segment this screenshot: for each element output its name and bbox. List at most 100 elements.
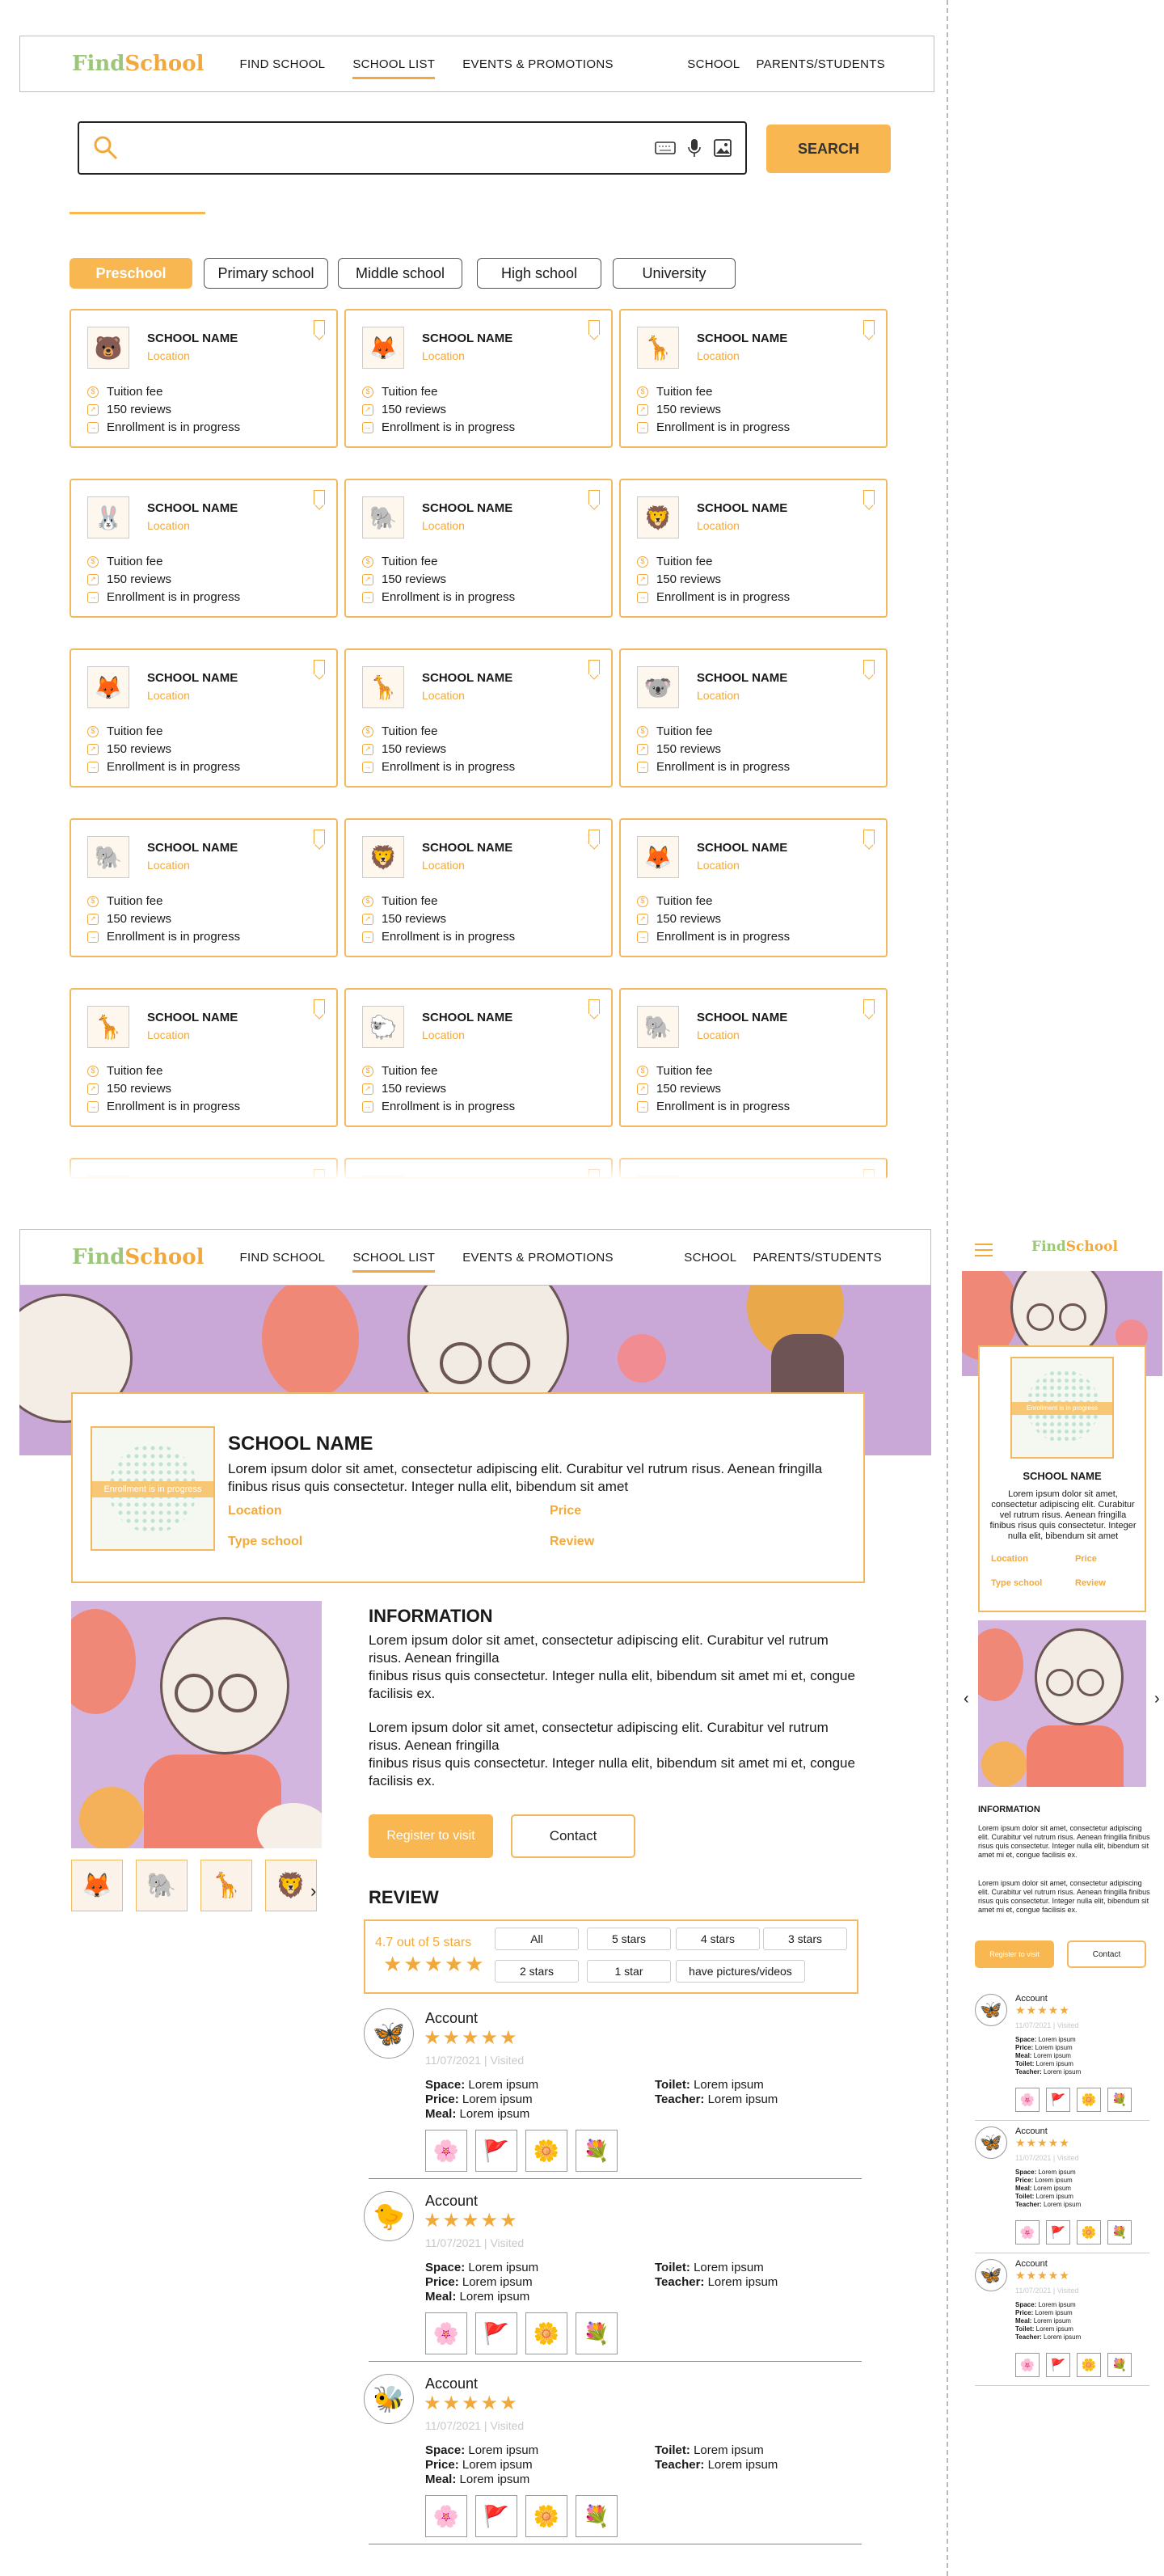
nav-events[interactable]: EVENTS & PROMOTIONS [462,54,614,74]
review-filter-5-stars[interactable]: 5 stars [587,1928,671,1950]
bookmark-icon[interactable] [314,660,325,674]
bookmark-icon[interactable] [588,490,600,505]
bookmark-icon[interactable] [588,999,600,1014]
review-photo[interactable]: 🌸 [425,2495,467,2537]
chart-icon: ↗ [362,743,373,755]
review-filter-4-stars[interactable]: 4 stars [676,1928,760,1950]
filter-middle-school[interactable]: Middle school [338,258,462,289]
mobile-gallery-prev[interactable]: ‹ [964,1690,969,1708]
review-photo[interactable]: 💐 [576,2130,618,2172]
image-icon[interactable] [713,138,732,158]
school-card[interactable]: 🐘 SCHOOL NAME Location $ Tuition fee ↗ 150… [344,479,613,618]
review-photo[interactable]: 🚩 [1046,2353,1070,2377]
review-photo[interactable]: 💐 [1107,2353,1132,2377]
review-photo[interactable]: 🌼 [525,2312,567,2354]
school-card[interactable]: 🐻 SCHOOL NAME Location $ Tuition fee ↗ 150… [70,309,338,448]
school-card[interactable]: 🐑 SCHOOL NAME Location $ Tuition fee ↗ 150… [344,988,613,1127]
mobile-review-link[interactable]: Review [1075,1578,1106,1588]
review-filter-1-star[interactable]: 1 star [587,1960,671,1983]
school-review-link[interactable]: Review [550,1535,594,1549]
school-card[interactable]: 🦒 SCHOOL NAME Location $Tuition fee ↗150… [619,309,888,448]
school-card[interactable]: 🐘 SCHOOL NAME Location $ Tuition fee ↗ 150… [619,988,888,1127]
review-photo[interactable]: 🌸 [425,2130,467,2172]
search-button[interactable]: SEARCH [766,125,891,173]
register-to-visit-button[interactable]: Register to visit [369,1814,493,1858]
keyboard-icon[interactable] [655,140,676,156]
nav-parents[interactable]: PARENTS/STUDENTS [753,1248,882,1268]
review-photo[interactable]: 🌸 [1015,2353,1040,2377]
nav-events[interactable]: EVENTS & PROMOTIONS [462,1248,614,1268]
mobile-contact-button[interactable]: Contact [1067,1940,1146,1968]
school-card[interactable]: 🦊 SCHOOL NAME Location $Tuition fee ↗150… [70,648,338,788]
bookmark-icon[interactable] [588,830,600,844]
mobile-gallery-next[interactable]: › [1154,1690,1160,1708]
search-input[interactable] [128,132,655,164]
nav-school-list[interactable]: SCHOOL LIST [352,54,436,79]
filter-high-school[interactable]: High school [477,258,601,289]
review-photo[interactable]: 🌼 [1077,2088,1101,2112]
review-photo[interactable]: 💐 [1107,2088,1132,2112]
review-filter-2-stars[interactable]: 2 stars [495,1960,579,1983]
filter-primary-school[interactable]: Primary school [204,258,328,289]
bookmark-icon[interactable] [863,660,875,674]
logo[interactable]: FindSchool [72,52,205,76]
enrollment-status: → Enrollment is in progress [362,590,515,604]
school-card[interactable]: 🦁 SCHOOL NAME Location $ Tuition fee ↗ 150… [619,479,888,618]
gallery-thumbnail[interactable]: 🦒 [200,1860,252,1911]
mobile-register-button[interactable]: Register to visit [975,1940,1054,1968]
gallery-thumbnail[interactable]: 🐘 [136,1860,188,1911]
review-photo[interactable]: 🌼 [525,2495,567,2537]
nav-find-school[interactable]: FIND SCHOOL [240,54,326,74]
review-photo[interactable]: 🚩 [475,2130,517,2172]
review-photo[interactable]: 🌸 [425,2312,467,2354]
school-card[interactable]: 🦁 SCHOOL NAME Location $ Tuition fee ↗ 150… [344,818,613,957]
bookmark-icon[interactable] [314,830,325,844]
gallery-thumbnail[interactable]: 🦁 [265,1860,317,1911]
review-photo[interactable]: 💐 [576,2495,618,2537]
school-card[interactable]: 🐰 SCHOOL NAME Location $Tuition fee ↗150… [70,479,338,618]
nav-school[interactable]: SCHOOL [687,54,740,74]
nav-parents[interactable]: PARENTS/STUDENTS [756,54,885,74]
review-photo[interactable]: 🚩 [1046,2088,1070,2112]
gallery-thumbnail[interactable]: 🦊 [71,1860,123,1911]
contact-button[interactable]: Contact [511,1814,635,1858]
school-card[interactable]: 🐘 SCHOOL NAME Location $ Tuition fee ↗ 150… [70,818,338,957]
review-filter-have-pictures-videos[interactable]: have pictures/videos [676,1960,805,1983]
bookmark-icon[interactable] [588,660,600,674]
bookmark-icon[interactable] [588,320,600,335]
bookmark-icon[interactable] [314,490,325,505]
review-photo[interactable]: 🌼 [525,2130,567,2172]
filter-preschool[interactable]: Preschool [70,258,192,289]
nav-find-school[interactable]: FIND SCHOOL [240,1248,326,1268]
microphone-icon[interactable] [687,138,702,158]
school-card[interactable]: 🐨 SCHOOL NAME Location $ Tuition fee ↗ 150… [619,648,888,788]
bookmark-icon[interactable] [314,320,325,335]
review-photo[interactable]: 🚩 [1046,2220,1070,2244]
nav-school-list[interactable]: SCHOOL LIST [352,1248,436,1273]
review-filter-3-stars[interactable]: 3 stars [763,1928,847,1950]
school-card[interactable]: 🦊 SCHOOL NAME Location $Tuition fee ↗150… [344,309,613,448]
bookmark-icon[interactable] [863,999,875,1014]
bookmark-icon[interactable] [863,490,875,505]
school-card[interactable]: 🦒 SCHOOL NAME Location $Tuition fee ↗150… [70,988,338,1127]
bookmark-icon[interactable] [863,320,875,335]
filter-university[interactable]: University [613,258,736,289]
review-photo[interactable]: 🌸 [1015,2220,1040,2244]
review-photo[interactable]: 💐 [1107,2220,1132,2244]
nav-school[interactable]: SCHOOL [684,1248,736,1268]
bookmark-icon[interactable] [314,999,325,1014]
bookmark-icon[interactable] [863,830,875,844]
school-card[interactable]: 🦊 SCHOOL NAME Location $Tuition fee ↗150… [619,818,888,957]
review-photo[interactable]: 🌼 [1077,2220,1101,2244]
review-photo[interactable]: 🌸 [1015,2088,1040,2112]
review-photo[interactable]: 🚩 [475,2495,517,2537]
review-filter-all[interactable]: All [495,1928,579,1950]
mobile-logo[interactable]: FindSchool [1031,1239,1118,1255]
school-card[interactable]: 🦒 SCHOOL NAME Location $Tuition fee ↗150… [344,648,613,788]
review-photo[interactable]: 🌼 [1077,2353,1101,2377]
gallery-next-arrow[interactable]: › [310,1881,316,1902]
mobile-menu-button[interactable] [975,1244,993,1256]
review-photo[interactable]: 💐 [576,2312,618,2354]
review-photo[interactable]: 🚩 [475,2312,517,2354]
logo[interactable]: FindSchool [72,1245,205,1269]
